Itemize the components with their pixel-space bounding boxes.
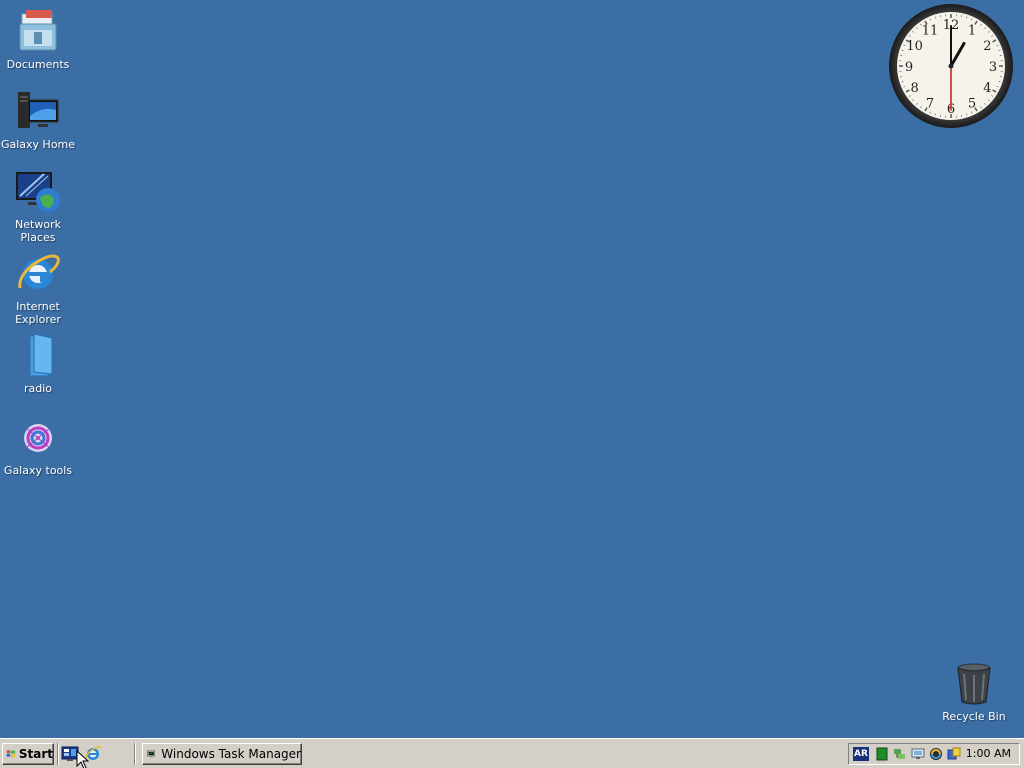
icon-label: Recycle Bin <box>942 710 1006 723</box>
clock-numeral: 7 <box>926 96 934 111</box>
clock-numeral: 2 <box>983 39 991 54</box>
taskbar-button-windows-task-manager[interactable]: Windows Task Manager <box>142 743 302 765</box>
task-manager-icon <box>147 750 156 758</box>
mouse-cursor-icon <box>76 750 90 768</box>
icon-label: Galaxy tools <box>3 464 73 477</box>
icon-label: Network Places <box>15 218 61 244</box>
clock-numeral: 9 <box>905 60 913 75</box>
network-icon[interactable] <box>893 747 907 761</box>
internet-explorer-icon <box>18 254 60 289</box>
desktop-icon-galaxy-tools[interactable]: Galaxy tools <box>0 414 76 477</box>
clock-numeral: 11 <box>922 24 939 39</box>
desktop: Documents Galaxy Home Network Places Int… <box>0 0 1024 738</box>
icon-label: Documents <box>6 58 70 71</box>
icon-label: radio <box>23 382 53 395</box>
start-button[interactable]: Start <box>2 743 54 765</box>
desktop-icon-internet-explorer[interactable]: Internet Explorer <box>0 250 76 326</box>
analog-clock-gadget[interactable]: 121234567891011 <box>886 2 1016 130</box>
system-tray: AR 1:00 AM <box>848 743 1020 765</box>
clock-numeral: 1 <box>968 24 976 39</box>
clock-center-pin <box>948 63 954 69</box>
language-indicator[interactable]: AR <box>853 747 869 761</box>
security-icon[interactable] <box>947 747 961 761</box>
taskbar-divider <box>134 743 136 765</box>
computer-icon <box>18 92 59 128</box>
green-square-icon[interactable] <box>875 747 889 761</box>
task-label: Windows Task Manager <box>161 747 301 761</box>
clock-numeral: 5 <box>968 96 976 111</box>
start-label: Start <box>18 747 53 761</box>
taskbar: Start Windows Task Manager AR 1:00 AM <box>0 738 1024 768</box>
clock-numeral: 3 <box>989 60 997 75</box>
desktop-icon-radio[interactable]: radio <box>0 332 76 395</box>
sync-icon[interactable] <box>929 747 943 761</box>
icon-label: Internet Explorer <box>15 300 61 326</box>
documents-folder-icon <box>19 10 57 51</box>
taskbar-clock[interactable]: 1:00 AM <box>966 747 1011 760</box>
desktop-icon-recycle-bin[interactable]: Recycle Bin <box>936 660 1012 723</box>
windows-logo-icon <box>6 750 16 758</box>
clock-numeral: 8 <box>910 81 918 96</box>
monitor-icon[interactable] <box>911 747 925 761</box>
desktop-icon-network-places[interactable]: Network Places <box>0 168 76 244</box>
desktop-icon-documents[interactable]: Documents <box>0 8 76 71</box>
taskbar-divider <box>57 743 59 765</box>
clock-numeral: 4 <box>983 81 991 96</box>
blue-folder-icon <box>29 333 53 377</box>
galaxy-tools-icon <box>24 424 52 452</box>
recycle-bin-icon <box>957 663 991 705</box>
desktop-icon-galaxy-home[interactable]: Galaxy Home <box>0 88 76 151</box>
network-places-icon <box>16 172 60 212</box>
icon-label: Galaxy Home <box>0 138 76 151</box>
